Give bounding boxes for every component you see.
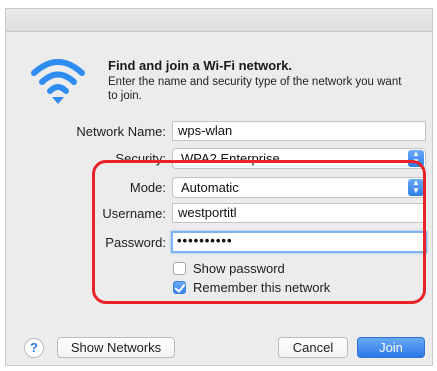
updown-chevron-icon: ▲ ▼ <box>408 150 424 167</box>
security-select[interactable]: WPA2 Enterprise ▲ ▼ <box>172 148 426 169</box>
username-input[interactable]: westportitl <box>172 203 426 223</box>
network-name-label: Network Name: <box>76 124 166 139</box>
remember-network-label: Remember this network <box>193 280 331 295</box>
checkmark-icon <box>174 281 186 293</box>
updown-chevron-icon: ▲ ▼ <box>408 179 424 196</box>
question-mark-icon: ? <box>30 340 38 355</box>
wifi-icon <box>31 59 85 104</box>
window-titlebar[interactable] <box>6 9 432 32</box>
cancel-button[interactable]: Cancel <box>278 337 348 358</box>
security-select-value: WPA2 Enterprise <box>181 151 280 166</box>
password-input[interactable]: •••••••••• <box>171 231 427 253</box>
security-label: Security: <box>115 151 166 166</box>
dialog-description: Enter the name and security type of the … <box>108 76 402 102</box>
show-password-checkbox[interactable] <box>173 262 186 275</box>
remember-network-checkbox[interactable] <box>173 281 186 294</box>
password-label: Password: <box>105 235 166 250</box>
dialog-heading: Find and join a Wi-Fi network. <box>108 58 293 73</box>
network-name-input[interactable]: wps-wlan <box>172 121 426 141</box>
mode-label: Mode: <box>129 180 166 195</box>
mode-select[interactable]: Automatic ▲ ▼ <box>172 177 426 198</box>
show-networks-button[interactable]: Show Networks <box>57 337 175 358</box>
show-password-label: Show password <box>193 261 285 276</box>
username-label: Username: <box>102 206 166 221</box>
join-button[interactable]: Join <box>357 337 425 358</box>
help-button[interactable]: ? <box>24 338 44 358</box>
mode-select-value: Automatic <box>181 180 239 195</box>
